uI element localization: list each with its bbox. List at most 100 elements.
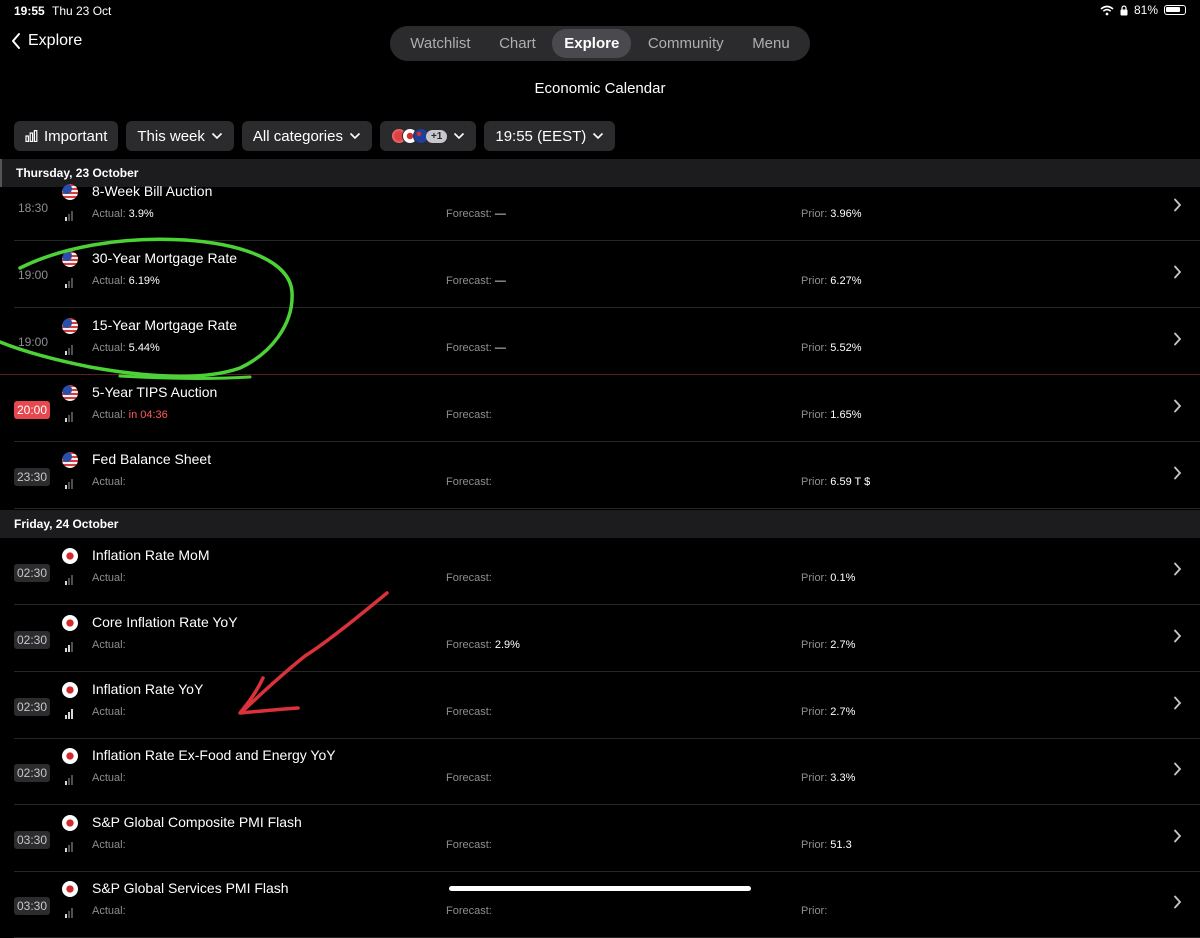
page-title: Economic Calendar [534, 80, 666, 97]
forecast-label: Forecast: [446, 706, 492, 718]
chevron-right-icon [1173, 464, 1182, 485]
importance-icon [65, 575, 75, 585]
category-filter[interactable]: All categories [241, 121, 372, 151]
event-row[interactable]: 02:30 Inflation Rate MoM Actual: Forecast: P… [0, 539, 1200, 605]
prior-label: Prior: [801, 208, 828, 220]
event-prior: Prior: 2.7% [801, 706, 855, 718]
importance-icon [65, 642, 75, 652]
event-row[interactable]: 03:30 S&P Global Composite PMI Flash Actua… [0, 806, 1200, 872]
back-button[interactable]: Explore [10, 32, 82, 50]
event-time: 19:00 [18, 268, 49, 283]
filter-bar: Important This week All categories +1 19… [14, 121, 616, 151]
event-actual: Actual: in 04:36 [92, 409, 168, 421]
event-prior: Prior: 6.27% [801, 275, 861, 287]
event-row[interactable]: 19:00 30-Year Mortgage Rate Actual: 6.19% Fo… [0, 242, 1200, 308]
chevron-right-icon [1173, 694, 1182, 715]
prior-value: 2.7% [830, 706, 856, 718]
prior-label: Prior: [801, 275, 828, 287]
forecast-label: Forecast: [446, 639, 492, 651]
event-forecast: Forecast: [446, 706, 495, 718]
period-filter[interactable]: This week [126, 121, 234, 151]
prior-value: 0.1% [830, 572, 856, 584]
event-forecast: Forecast: [446, 409, 495, 421]
chevron-right-icon [1173, 627, 1182, 648]
actual-label: Actual: [92, 706, 126, 718]
chevron-right-icon [1173, 827, 1182, 848]
importance-filter[interactable]: Important [14, 121, 119, 151]
event-title: Inflation Rate YoY [92, 681, 204, 697]
forecast-label: Forecast: [446, 572, 492, 584]
home-indicator[interactable] [449, 886, 751, 891]
prior-label: Prior: [801, 839, 828, 851]
importance-icon [65, 709, 75, 719]
prior-value: 6.59 T $ [830, 476, 871, 488]
wifi-icon [1100, 5, 1114, 15]
actual-label: Actual: [92, 409, 126, 421]
event-forecast: Forecast: — [446, 342, 506, 354]
event-row[interactable]: 03:30 S&P Global Services PMI Flash Actual… [0, 872, 1200, 938]
forecast-label: Forecast: [446, 342, 492, 354]
prior-label: Prior: [801, 409, 828, 421]
event-row[interactable]: 02:30 Inflation Rate YoY Actual: Forecast: P… [0, 673, 1200, 739]
event-prior: Prior: 2.7% [801, 639, 855, 651]
forecast-value: — [494, 208, 506, 220]
tab-chart[interactable]: Chart [487, 29, 548, 58]
prior-value: 3.3% [830, 772, 856, 784]
event-actual: Actual: [92, 476, 129, 488]
importance-icon [65, 211, 75, 221]
row-divider [14, 240, 1200, 241]
event-row[interactable]: 20:00 5-Year TIPS Auction Actual: in 04:36 F… [0, 376, 1200, 442]
actual-label: Actual: [92, 639, 126, 651]
chevron-right-icon [1173, 760, 1182, 781]
importance-filter-label: Important [44, 127, 108, 145]
importance-icon [65, 278, 75, 288]
event-row[interactable]: 23:30 Fed Balance Sheet Actual: Forecast: Pr… [0, 443, 1200, 509]
event-row[interactable]: 19:00 15-Year Mortgage Rate Actual: 5.44% Fo… [0, 309, 1200, 375]
forecast-label: Forecast: [446, 409, 492, 421]
forecast-label: Forecast: [446, 208, 492, 220]
event-time: 02:30 [14, 764, 51, 782]
actual-value: in 04:36 [128, 409, 168, 421]
event-title: S&P Global Composite PMI Flash [92, 814, 302, 830]
importance-icon [65, 775, 75, 785]
importance-icon [65, 412, 75, 422]
chevron-down-icon [349, 132, 361, 140]
timezone-filter-label: 19:55 (EEST) [495, 127, 587, 145]
prior-label: Prior: [801, 772, 828, 784]
importance-icon [65, 908, 75, 918]
event-row[interactable]: 02:30 Core Inflation Rate YoY Actual: Forec… [0, 606, 1200, 672]
event-row[interactable]: 18:30 8-Week Bill Auction Actual: 3.9% Forec… [0, 175, 1200, 241]
event-forecast: Forecast: — [446, 275, 506, 287]
event-prior: Prior: 5.52% [801, 342, 861, 354]
event-title: Fed Balance Sheet [92, 451, 212, 467]
tab-menu[interactable]: Menu [740, 29, 802, 58]
event-time: 23:30 [14, 468, 51, 486]
tab-community[interactable]: Community [636, 29, 736, 58]
country-flag-icon [62, 385, 78, 401]
timezone-filter[interactable]: 19:55 (EEST) [484, 121, 616, 151]
importance-icon [65, 479, 75, 489]
event-actual: Actual: 6.19% [92, 275, 160, 287]
event-prior: Prior: 6.59 T $ [801, 476, 870, 488]
event-title: 15-Year Mortgage Rate [92, 317, 238, 333]
event-time: 02:30 [14, 631, 51, 649]
row-divider [14, 671, 1200, 672]
row-divider [14, 804, 1200, 805]
event-actual: Actual: [92, 639, 129, 651]
event-actual: Actual: 5.44% [92, 342, 160, 354]
event-actual: Actual: [92, 905, 129, 917]
event-forecast: Forecast: [446, 905, 495, 917]
event-prior: Prior: 51.3 [801, 839, 852, 851]
prior-label: Prior: [801, 342, 828, 354]
event-prior: Prior: 3.3% [801, 772, 855, 784]
event-time: 19:00 [18, 335, 49, 350]
event-row[interactable]: 02:30 Inflation Rate Ex-Food and Energy Y… [0, 739, 1200, 805]
tab-explore[interactable]: Explore [552, 29, 632, 58]
row-divider [14, 604, 1200, 605]
row-divider [14, 307, 1200, 308]
prior-label: Prior: [801, 572, 828, 584]
country-flag-icon [62, 318, 78, 334]
tab-watchlist[interactable]: Watchlist [398, 29, 482, 58]
country-filter[interactable]: +1 [379, 121, 477, 151]
chevron-right-icon [1173, 397, 1182, 418]
